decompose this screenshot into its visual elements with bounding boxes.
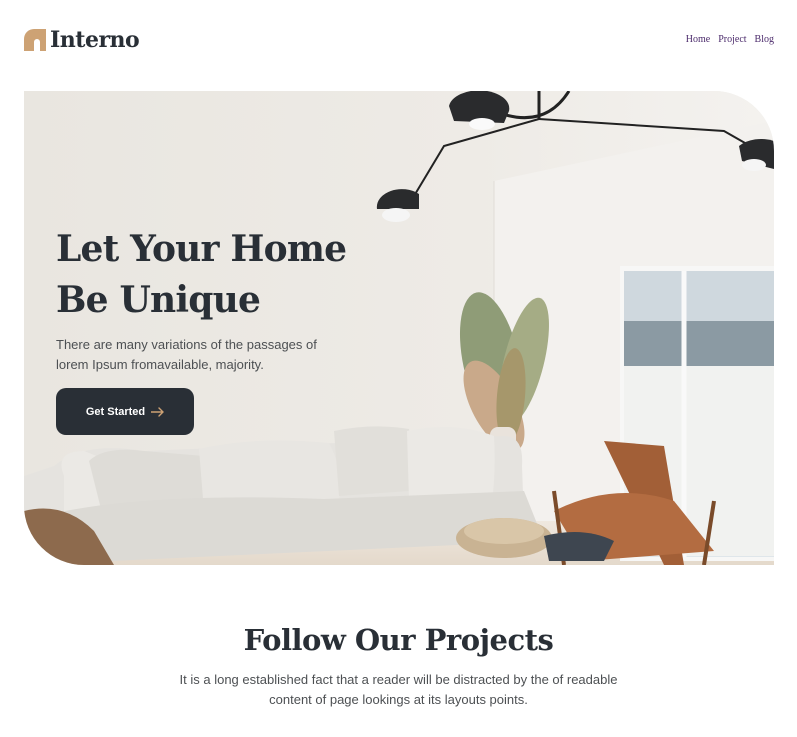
nav-link-project[interactable]: Project [718, 34, 746, 45]
logo-arch-icon [24, 29, 46, 51]
arrow-right-icon [151, 406, 164, 417]
hero-banner: Let Your Home Be Unique There are many v… [24, 91, 774, 565]
site-header: Interno Home Project Blog [0, 0, 797, 80]
projects-title: Follow Our Projects [243, 623, 554, 657]
projects-description: It is a long established fact that a rea… [179, 672, 618, 707]
hero-description: There are many variations of the passage… [56, 337, 317, 372]
hero-title: Let Your Home Be Unique [56, 228, 347, 321]
get-started-button[interactable]: Get Started [56, 388, 194, 435]
nav-link-home[interactable]: Home [686, 34, 710, 45]
hero-interior-image [24, 91, 774, 565]
get-started-label: Get Started [85, 405, 146, 418]
nav-link-blog[interactable]: Blog [755, 34, 774, 45]
main-nav: Home Project Blog [686, 34, 774, 45]
brand-name: Interno [50, 27, 140, 53]
logo[interactable]: Interno [24, 27, 140, 53]
